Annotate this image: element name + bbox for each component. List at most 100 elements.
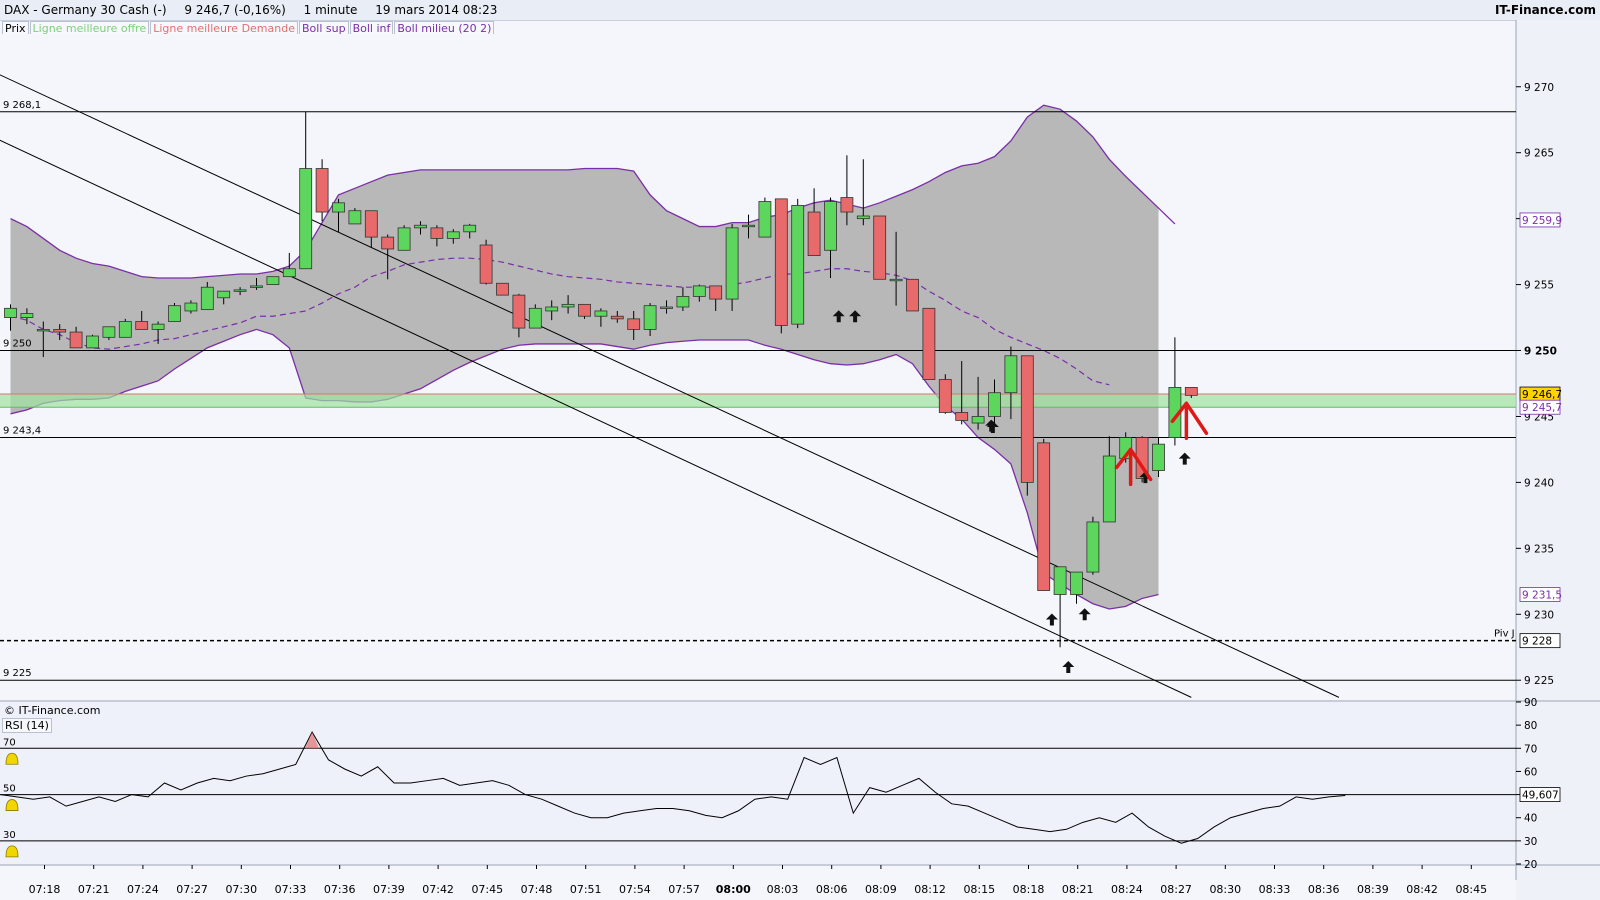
rsi-level-label: 50 [3,784,16,795]
candle-body-up [528,307,542,329]
candle-body-up [266,276,280,285]
candle-body-up [545,306,559,312]
candle-body-up [36,329,50,332]
candle-body-up [299,168,313,270]
rsi-y-tick-label: 60 [1524,766,1537,778]
x-tick-label: 07:42 [422,883,454,896]
hline-label-1: 9 250 [3,339,32,350]
candle [496,282,509,296]
candle-body-up [168,305,181,322]
x-tick-label: 08:36 [1308,883,1340,896]
candlestick-chart[interactable]: 9 268,1 9 250 9 243,4 9 225 Piv J 9 225 9 230 9… [0,0,1600,900]
x-tick-label: 07:33 [275,883,307,896]
candle-body-up [463,224,477,233]
candle [1037,438,1051,591]
candle-body-up [971,416,985,424]
candle-body-down [840,197,854,213]
candle-body-up [889,278,903,282]
x-tick-label: 08:18 [1013,883,1045,896]
candle-body-down [709,285,723,300]
x-tick-label: 08:27 [1160,883,1192,896]
candle [348,208,362,225]
candle-body-up [824,201,837,251]
x-tick-label: 07:51 [570,883,602,896]
candle [906,278,919,312]
candle [791,198,805,329]
candle-body-up [1152,443,1165,471]
alert-bell-icon [5,799,19,811]
candle [1086,516,1100,575]
candle-body-down [955,412,969,421]
x-tick-label: 07:27 [176,883,208,896]
candle-body-up [1086,521,1100,573]
x-tick-label: 07:24 [127,883,159,896]
candle-body-up [856,215,870,220]
candle-body-up [676,296,690,308]
rsi-y-tick-label: 90 [1524,697,1537,709]
candle-body-up [102,326,116,338]
x-tick-label: 07:18 [29,883,61,896]
candle [774,198,788,334]
candle-body-down [1037,442,1051,591]
candle [86,334,99,349]
candle-body-down [381,236,395,250]
x-tick-label: 07:30 [225,883,257,896]
rsi-y-tick-label: 30 [1524,836,1537,848]
y-tick-label: 9 270 [1524,82,1554,94]
candle-body-up [1070,571,1083,595]
candle-body-up [692,285,706,297]
candle-body-down [1184,387,1198,396]
y-tick-label: 9 255 [1524,280,1554,292]
x-tick-label: 08:12 [914,883,946,896]
candle-body-up [561,303,575,308]
candle-body-down [922,307,936,380]
candle-body-down [774,198,788,326]
y-tick-label: 9 230 [1524,609,1554,621]
candle-body-up [1053,566,1067,595]
candle-body-down [578,303,591,317]
x-tick-label: 08:15 [963,883,995,896]
alert-bell-icon [5,845,19,858]
candle-body-up [233,289,247,292]
candle [873,215,887,280]
candle [118,318,132,338]
candle [266,276,280,285]
x-tick-label: 08:09 [865,883,897,896]
x-tick-label: 08:21 [1062,883,1094,896]
candle-body-up [184,302,198,312]
axis-value-tag-label: 9 245,7 [1522,402,1562,414]
bid-ask-band [0,394,1516,408]
candle-body-down [479,244,493,284]
candle [315,159,329,222]
candle [758,197,772,238]
candle-body-down [53,329,67,333]
x-tick-label: 07:36 [324,883,356,896]
y-tick-label: 9 225 [1524,675,1554,687]
candle-body-down [938,379,952,413]
rsi-panel-label[interactable]: RSI (14) [2,718,52,733]
x-tick-label: 07:21 [78,883,110,896]
candle-body-up [118,321,132,338]
candle-body-up [282,268,296,278]
x-tick-label: 07:45 [471,883,503,896]
x-tick-label: 08:30 [1209,883,1241,896]
rsi-plot-background [0,702,1516,864]
candle-body-down [430,227,444,239]
candle-body-up [332,202,345,213]
candle-body-down [610,315,624,320]
candle-body-up [86,335,99,349]
candle-body-down [69,331,83,349]
x-tick-label: 07:57 [668,883,700,896]
x-tick-label: 08:00 [716,883,751,896]
candle-body-up [643,305,657,330]
axis-value-tag-label: 9 246,7 [1522,389,1562,401]
x-tick-label: 08:42 [1406,883,1438,896]
x-tick-label: 08:39 [1357,883,1389,896]
x-tick-label: 08:24 [1111,883,1143,896]
candle-body-up [594,310,608,317]
candle [397,225,411,251]
candle-body-up [660,306,673,309]
candle-body-down [906,278,919,312]
axis-value-tag-label: 9 259,9 [1522,215,1562,227]
candle-body-up [200,286,214,311]
